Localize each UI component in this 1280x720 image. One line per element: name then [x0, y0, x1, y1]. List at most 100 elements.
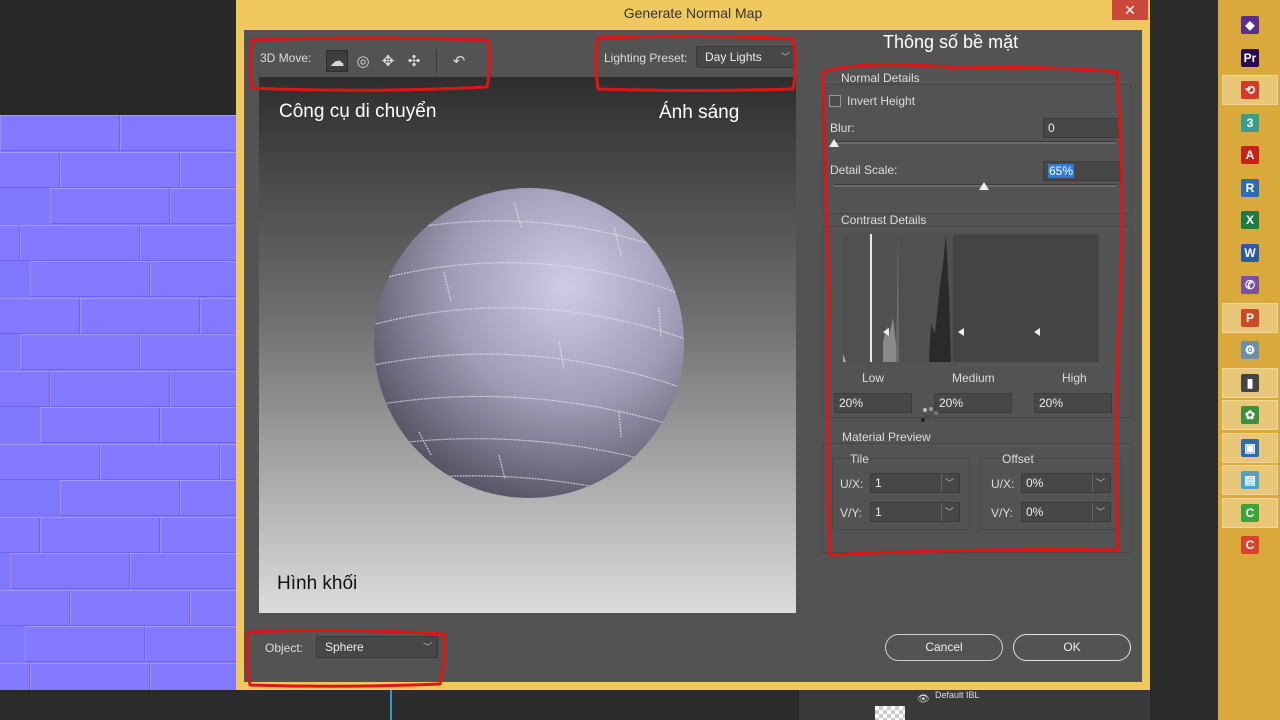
brick-tile: [130, 553, 236, 589]
brick-tile: [60, 480, 180, 516]
offset-vy-value: 0%: [1026, 505, 1044, 519]
toolbar: 3D Move: ☁ ◎ ✥ ✣ ↶ Lighting Preset: Day …: [244, 36, 804, 76]
detail-scale-slider-track[interactable]: [834, 184, 1116, 187]
dock-app-pdf[interactable]: ⟲: [1222, 75, 1278, 105]
dock-app-acrobat-icon: A: [1241, 146, 1259, 164]
dock-app-photos[interactable]: ▣: [1222, 432, 1278, 463]
detail-scale-field[interactable]: 65%: [1043, 161, 1121, 181]
brick-tile: [40, 407, 160, 443]
brick-tile: [180, 151, 236, 188]
dialog-client-area: 3D Move: ☁ ◎ ✥ ✣ ↶ Lighting Preset: Day …: [244, 30, 1142, 682]
blur-label: Blur:: [830, 121, 855, 135]
dock-app-r-icon: R: [1241, 178, 1259, 197]
invert-height-checkbox[interactable]: [829, 95, 841, 107]
dock-app-vs-icon: ◆: [1241, 16, 1259, 34]
detail-scale-slider-thumb[interactable]: [978, 182, 989, 190]
tile-vy-value: 1: [875, 505, 882, 519]
high-contrast-marker[interactable]: [1034, 328, 1040, 336]
tile-ux-select[interactable]: 1 ﹀: [870, 473, 960, 493]
brick-tile: [0, 516, 40, 553]
brick-tile: [190, 589, 236, 626]
brick-tile: [25, 626, 145, 662]
dock-app-phone-icon: ▮: [1241, 373, 1259, 392]
normal-details-title: Normal Details: [841, 71, 920, 85]
dock-app-3[interactable]: 3: [1222, 108, 1278, 138]
dock-app-r[interactable]: R: [1222, 173, 1278, 203]
object-value: Sphere: [325, 640, 364, 654]
medium-contrast-field[interactable]: 20%: [934, 393, 1012, 413]
dock-app-word[interactable]: W: [1222, 238, 1278, 268]
brick-tile: [150, 261, 236, 297]
brick-tile: [40, 516, 160, 553]
brick-tile: [30, 261, 150, 297]
object-label: Object:: [265, 641, 304, 655]
dock-app-excel[interactable]: X: [1222, 205, 1278, 235]
low-contrast-marker[interactable]: [883, 328, 889, 336]
dock-app-vs[interactable]: ◆: [1222, 10, 1278, 40]
dock-app-viber[interactable]: ✆: [1222, 270, 1278, 300]
close-button[interactable]: ✕: [1112, 0, 1148, 20]
toolbar-divider: [436, 49, 437, 73]
dock-app-premiere[interactable]: Pr: [1222, 43, 1278, 73]
blur-slider-thumb[interactable]: [829, 139, 839, 147]
brick-tile: [20, 224, 140, 261]
orbit-3d-camera-icon[interactable]: ☁: [326, 50, 348, 72]
brick-tile: [80, 297, 200, 334]
medium-contrast-marker[interactable]: [958, 328, 964, 336]
annotation-move-tools: Công cụ di chuyển: [279, 101, 437, 122]
chevron-down-icon: ﹀: [780, 52, 790, 62]
dock-app-tool[interactable]: ⚙: [1222, 335, 1278, 365]
slide-3d-camera-icon[interactable]: ✣: [403, 50, 425, 72]
chevron-down-icon: ﹀: [940, 503, 954, 521]
blur-field[interactable]: 0: [1043, 118, 1121, 138]
brick-tile: [0, 443, 100, 480]
pan-3d-camera-icon[interactable]: ✥: [377, 50, 399, 72]
object-select[interactable]: Sphere ﹀: [316, 636, 438, 658]
3d-preview-viewport[interactable]: Công cụ di chuyển Ánh sáng Hình khối: [259, 77, 796, 613]
tile-label: Tile: [850, 452, 869, 466]
tile-vy-select[interactable]: 1 ﹀: [870, 502, 960, 522]
sphere-body: [374, 188, 684, 498]
offset-vy-select[interactable]: 0% ﹀: [1021, 502, 1111, 522]
dock-app-paint[interactable]: ✿: [1222, 400, 1278, 430]
low-label: Low: [862, 371, 885, 385]
chevron-down-icon: ﹀: [1091, 503, 1105, 521]
dock-app-powerpoint[interactable]: P: [1222, 302, 1278, 333]
invert-height-label: Invert Height: [847, 94, 916, 108]
layers-panel-strip: 👁 Default IBL: [798, 690, 1150, 720]
dock-app-3-icon: 3: [1241, 113, 1259, 132]
brick-tile: [100, 443, 220, 480]
high-label: High: [1062, 371, 1087, 385]
chevron-down-icon: ﹀: [940, 474, 954, 492]
roll-3d-camera-icon[interactable]: ◎: [352, 50, 374, 72]
medium-label: Medium: [952, 371, 995, 385]
dock-app-acrobat[interactable]: A: [1222, 140, 1278, 170]
visibility-eye-icon[interactable]: 👁: [917, 694, 930, 705]
sphere-preview[interactable]: [259, 77, 796, 613]
reset-view-icon[interactable]: ↶: [448, 50, 470, 72]
lighting-preset-value: Day Lights: [705, 50, 762, 64]
dock-app-phone[interactable]: ▮: [1222, 367, 1278, 398]
offset-ux-value: 0%: [1026, 476, 1044, 490]
blur-slider-track[interactable]: [834, 141, 1116, 144]
material-preview-title: Material Preview: [842, 430, 931, 444]
dock-app-notes[interactable]: ▤: [1222, 465, 1278, 495]
cancel-button[interactable]: Cancel: [885, 634, 1003, 661]
dialog-titlebar[interactable]: Generate Normal Map ✕: [236, 0, 1150, 30]
low-contrast-field[interactable]: 20%: [834, 393, 912, 413]
dock-app-camtasia[interactable]: C: [1222, 497, 1278, 528]
ok-button[interactable]: OK: [1013, 634, 1131, 661]
brick-tile: [50, 188, 170, 224]
lighting-preset-select[interactable]: Day Lights ﹀: [696, 46, 796, 68]
brick-tile: [145, 626, 236, 662]
brick-tile: [20, 334, 140, 370]
app-dock: ◆ Pr ⟲ 3 A R X W ✆ P ⚙ ▮ ✿ ▣ ▤ C C: [1218, 0, 1280, 720]
brick-tile: [220, 443, 236, 480]
brick-tile: [180, 480, 236, 516]
annotation-surface-params: Thông số bề mặt: [883, 32, 1019, 52]
dock-app-camtasia-red[interactable]: C: [1222, 530, 1278, 560]
dialog-title: Generate Normal Map: [623, 5, 763, 21]
high-contrast-field[interactable]: 20%: [1034, 393, 1112, 413]
offset-ux-select[interactable]: 0% ﹀: [1021, 473, 1111, 493]
contrast-histogram[interactable]: [843, 234, 1099, 362]
